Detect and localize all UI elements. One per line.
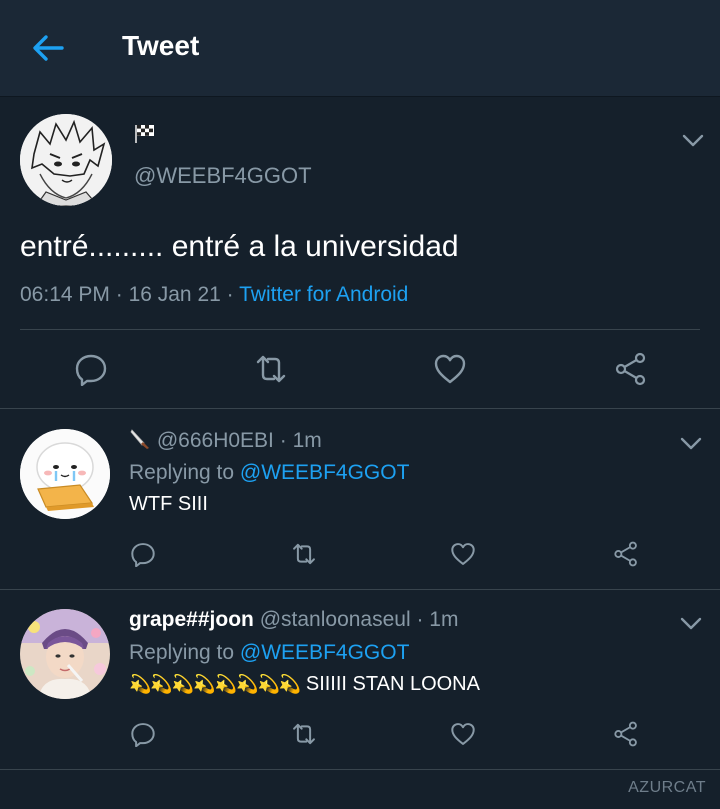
chevron-down-icon[interactable] [680,437,702,451]
main-tweet: @WEEBF4GGOT entré......... entré a la un… [0,96,720,409]
reply-text-body: SIIIII STAN LOONA [300,673,480,695]
heart-icon[interactable] [450,541,476,567]
meta-separator: · [220,283,240,306]
heart-icon[interactable] [450,721,476,747]
avatar[interactable] [20,114,112,206]
divider [20,329,700,330]
arrow-left-icon [33,35,64,61]
reply-tweet: @666H0EBI · 1m Replying to @WEEBF4GGOT W… [0,409,720,590]
tweet-time: 06:14 PM [20,283,110,306]
meta-separator: · [109,283,129,306]
reply-header: grape##joon @stanloonaseul · 1m [129,608,458,632]
reply-header: @666H0EBI · 1m [129,428,322,453]
chevron-down-icon[interactable] [682,134,704,148]
back-button[interactable] [28,30,68,66]
reply-time: · 1m [410,608,459,631]
tweet-source-link[interactable]: Twitter for Android [239,283,408,306]
share-icon[interactable] [614,352,648,386]
reply-time: · 1m [273,429,322,452]
avatar[interactable] [20,429,110,519]
avatar[interactable] [20,609,110,699]
retweet-icon[interactable] [291,541,317,567]
reply-handle[interactable]: @666H0EBI [157,429,274,452]
knife-icon [130,429,149,449]
retweet-icon[interactable] [254,352,288,386]
reply-handle[interactable]: @stanloonaseul [260,608,411,631]
top-bar: Tweet [0,0,720,97]
reply-icon[interactable] [74,352,108,386]
chevron-down-icon[interactable] [680,617,702,631]
checkered-flag-icon [135,125,154,143]
reply-display-name[interactable]: grape##joon [129,608,254,631]
reply-text: 💫💫💫💫💫💫💫💫 SIIIII STAN LOONA [129,673,480,696]
share-icon[interactable] [613,721,639,747]
dizzy-emoji-row: 💫💫💫💫💫💫💫💫 [129,674,301,694]
share-icon[interactable] [613,541,639,567]
retweet-icon[interactable] [291,721,317,747]
reply-icon[interactable] [130,721,156,747]
heart-icon[interactable] [433,352,467,386]
watermark: AZURCAT [628,779,706,796]
replying-mention-link[interactable]: @WEEBF4GGOT [240,641,410,664]
replying-to: Replying to @WEEBF4GGOT [129,461,409,485]
tweet-text: entré......... entré a la universidad [20,230,459,263]
page-title: Tweet [122,30,200,61]
reply-tweet: grape##joon @stanloonaseul · 1m Replying… [0,589,720,770]
reply-icon[interactable] [130,541,156,567]
tweet-meta: 06:14 PM · 16 Jan 21 · Twitter for Andro… [20,283,408,307]
tweet-handle[interactable]: @WEEBF4GGOT [134,163,312,189]
replying-label: Replying to [129,641,240,664]
reply-text: WTF SIII [129,493,208,515]
tweet-date: 16 Jan 21 [128,283,221,306]
replying-mention-link[interactable]: @WEEBF4GGOT [240,461,410,484]
replying-label: Replying to [129,461,240,484]
replying-to: Replying to @WEEBF4GGOT [129,641,409,665]
